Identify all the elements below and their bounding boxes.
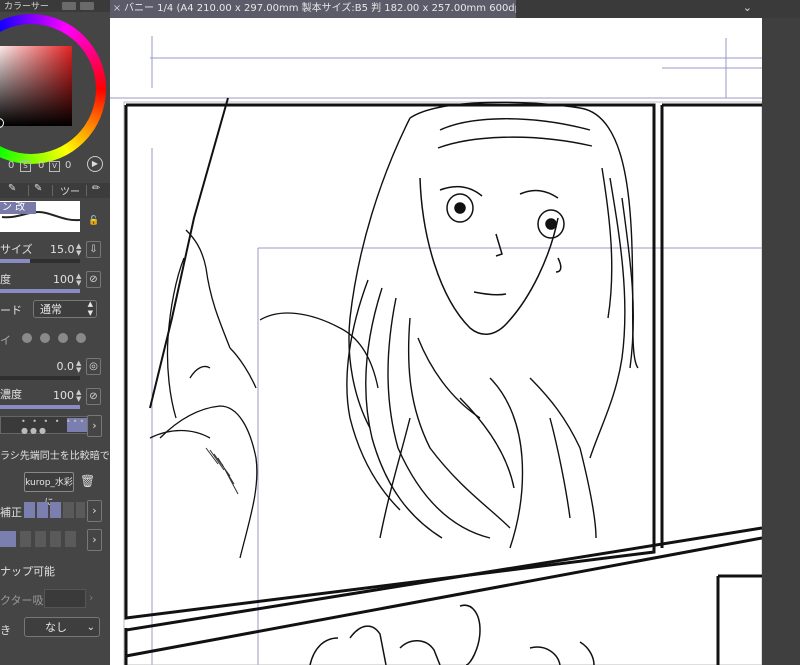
tool-tabs: ✎ ✎ ツー ✏ [0,183,110,198]
lock-icon[interactable]: 🔓 [88,216,99,226]
size-slider[interactable] [0,259,80,263]
bottom-option-label: き [0,624,11,637]
hue-value: 0 [8,160,15,171]
correction-seg-1[interactable] [24,502,35,518]
close-tab-icon[interactable]: × [110,0,124,17]
density-value[interactable]: 100 [52,389,74,402]
trash-icon[interactable]: 🗑 [80,474,95,488]
correction-seg-4[interactable] [63,502,74,518]
opacity-slider[interactable] [0,289,80,293]
document-tab[interactable]: × バニー 1/4 (A4 210.00 x 297.00mm 製本サイズ:B5 … [110,0,516,18]
play-icon[interactable]: ▶ [87,156,103,172]
opacity-pressure-icon[interactable]: ⊘ [86,271,101,288]
stabilize-seg-3[interactable] [35,531,46,547]
tip-shape-1[interactable] [22,333,32,343]
tip-shape-2[interactable] [40,333,50,343]
opacity-stepper[interactable]: ▲ ▼ [76,273,84,287]
correction-seg-5[interactable] [76,502,85,518]
value-value: 0 [65,160,72,171]
density-pressure-icon[interactable]: ⊘ [86,388,101,405]
manga-page-artwork [110,36,762,665]
opacity-value[interactable]: 100 [52,273,74,286]
stabilize-seg-2[interactable] [20,531,31,547]
correction-seg-2[interactable] [37,502,48,518]
document-tab-bar: × バニー 1/4 (A4 210.00 x 297.00mm 製本サイズ:B5 … [110,0,800,18]
panel-title: カラーサー [4,2,49,12]
panel-menu-icon[interactable] [62,2,76,10]
correction-seg-3[interactable] [50,502,61,518]
correction-label: 補正 [0,506,22,519]
pen-tab-icon[interactable]: ✎ [8,183,16,194]
stabilize-seg-4[interactable] [50,531,61,547]
tip-label: イ [0,334,11,347]
vector-snap-segments[interactable] [44,589,86,608]
blend-mode-label: ード [0,304,22,317]
pencil-tab-icon[interactable]: ✏ [92,183,100,194]
stabilize-next-icon[interactable]: › [87,529,102,551]
stabilize-seg-5[interactable] [65,531,76,547]
snap-label: ナップ可能 [0,565,55,578]
stroke-sample-next-icon[interactable]: › [87,415,102,437]
correction-next-icon[interactable]: › [87,500,102,522]
texture-select[interactable]: kurop_水彩に [24,472,74,508]
right-sidebar-gutter [762,18,800,665]
value-label: V [49,161,60,172]
brush-tab-icon[interactable]: ✎ [34,183,42,194]
document-title: バニー 1/4 (A4 210.00 x 297.00mm 製本サイズ:B5 判… [124,3,516,14]
size-stepper[interactable]: ▲ ▼ [76,243,84,257]
spacing-value[interactable]: 0.0 [50,360,75,373]
saturation-label: S [20,161,31,172]
chevron-down-icon[interactable]: ⌄ [743,1,752,14]
tip-shape-3[interactable] [58,333,68,343]
tool-property-panel: カラーサー 0 S 0 V 0 ▶ ✎ ✎ ツー ✏ ン 改 🔓 サイズ 15.… [0,0,110,665]
saturation-value: 0 [38,160,45,171]
tab-tool[interactable]: ツー [60,183,80,198]
brush-name: ン 改 [0,202,36,214]
bottom-option-select[interactable]: なし ⌄ [24,617,100,637]
density-label: 濃度 [0,388,22,401]
spacing-pressure-icon[interactable]: ◎ [86,358,101,375]
density-slider[interactable] [0,405,80,409]
brush-size-label: サイズ [0,243,33,256]
spacing-slider[interactable] [0,376,80,380]
blend-mode-select[interactable]: 通常 ▲ ▼ [33,300,97,318]
opacity-label: 度 [0,273,11,286]
stroke-sample-strip[interactable]: • • • • ••• ●●● [0,416,88,435]
tip-shape-4[interactable] [76,333,86,343]
drawing-canvas[interactable] [110,18,762,665]
density-stepper[interactable]: ▲ ▼ [76,389,84,403]
blend-option-text: ラシ先端同士を比較暗で合成 [0,451,110,462]
panel-close-icon[interactable] [80,2,94,10]
stabilize-seg-1[interactable] [0,531,16,547]
vector-next-icon[interactable]: › [89,591,93,604]
spacing-stepper[interactable]: ▲ ▼ [76,360,84,374]
size-download-icon[interactable]: ⇩ [86,241,101,258]
brush-size-value[interactable]: 15.0 [50,243,75,256]
saturation-value-square[interactable] [0,46,72,126]
panel-header: カラーサー [0,0,110,12]
